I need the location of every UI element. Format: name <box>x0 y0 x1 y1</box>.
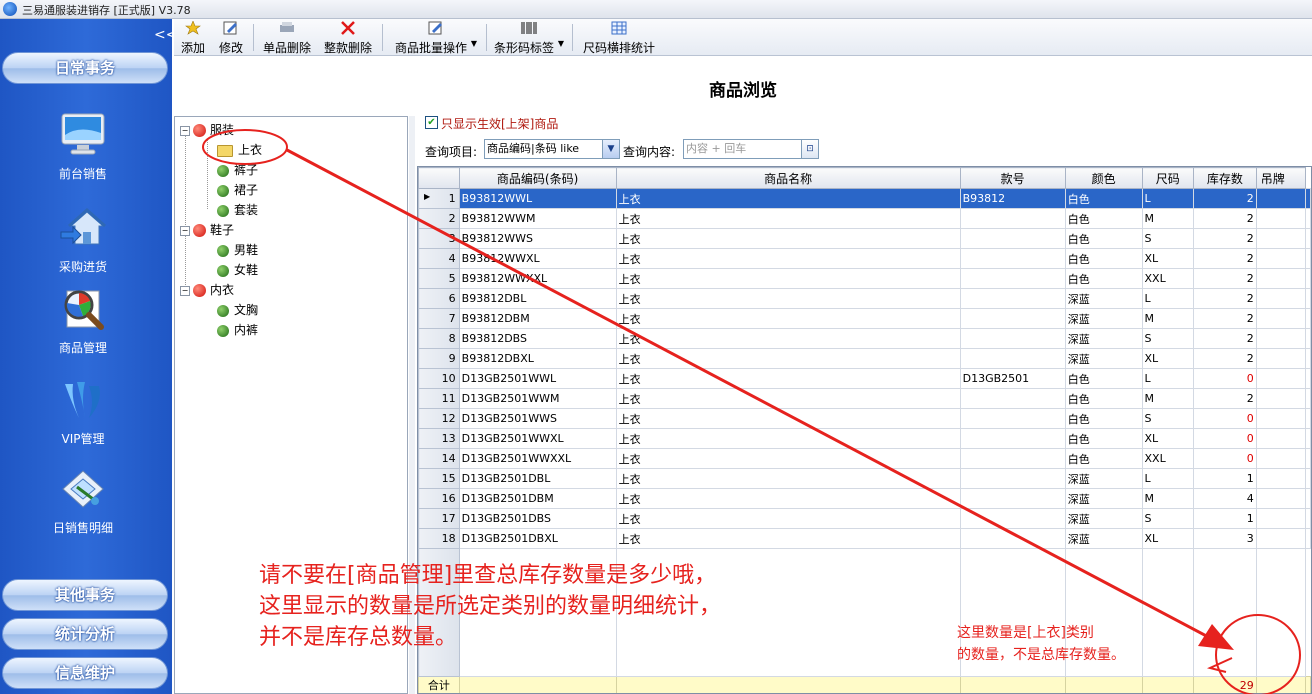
main-annotation: 请不要在[商品管理]里查总库存数量是多少哦， 这里显示的数量是所选定类别的数量明… <box>259 560 721 653</box>
highlight-ellipse-tree <box>202 129 288 165</box>
annotation-line: 并不是库存总数量。 <box>259 625 458 650</box>
annotation-pointer <box>1206 657 1233 673</box>
annotation-line: 请不要在[商品管理]里查总库存数量是多少哦， <box>259 563 717 588</box>
annotation-line: 的数量，不是总库存数量。 <box>957 647 1125 663</box>
annotation-line: 这里数量是[上衣]类别 <box>957 625 1094 641</box>
annotation-line: 这里显示的数量是所选定类别的数量明细统计， <box>259 594 722 619</box>
side-annotation: 这里数量是[上衣]类别 的数量，不是总库存数量。 <box>957 622 1125 666</box>
highlight-ellipse-total <box>1215 614 1301 694</box>
